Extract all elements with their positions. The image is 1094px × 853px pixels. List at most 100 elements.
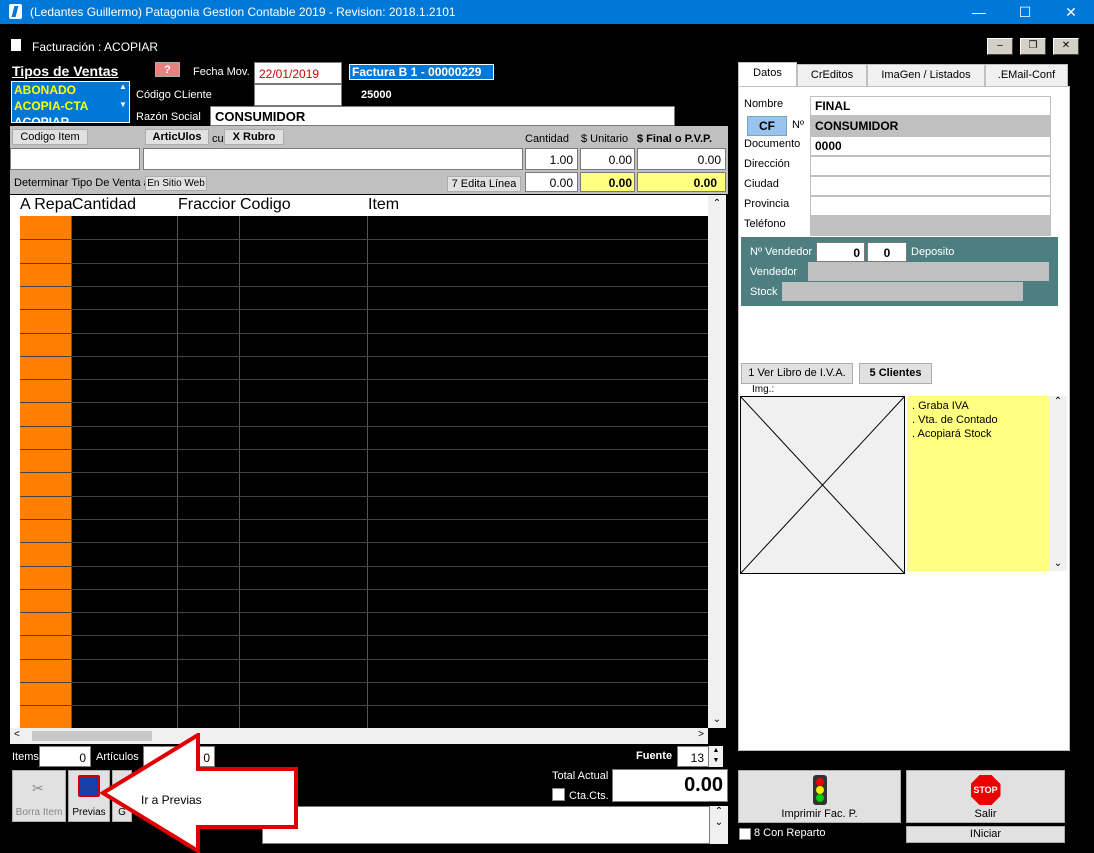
tipo-item[interactable]: ACOPIA-CTA [12, 98, 129, 114]
codigo-cliente-input[interactable] [254, 84, 342, 106]
mdi-restore-button[interactable]: ❐ [1020, 38, 1046, 55]
grid-row-line [20, 239, 708, 241]
telefono-field[interactable] [810, 216, 1051, 236]
scroll-right-icon[interactable]: > [698, 729, 704, 740]
codigo-cliente-label: Código CLiente [136, 89, 212, 101]
cf-button[interactable]: CF [747, 116, 787, 136]
col-a-repa[interactable]: A Repa [20, 196, 72, 214]
con-reparto-label: 8 Con Reparto [754, 827, 826, 839]
tipos-list[interactable]: ABONADO ACOPIA-CTA ACOPIAR ▲ ▼ [11, 81, 130, 123]
codigo-item-input[interactable] [10, 148, 140, 170]
grid-row-line [20, 472, 708, 474]
cta-cte-checkbox[interactable] [552, 788, 565, 801]
tipos-heading: Tipos de Ventas [12, 63, 119, 79]
tipo-item[interactable]: ACOPIAR [12, 114, 129, 122]
cantidad-label: Cantidad [525, 133, 570, 145]
tipo-item[interactable]: ABONADO [12, 82, 129, 98]
mdi-close-button[interactable]: ✕ [1053, 38, 1079, 55]
notes-textarea[interactable] [262, 806, 710, 844]
grid-row-line [20, 588, 708, 590]
stop-icon: STOP [970, 775, 1001, 805]
salir-button[interactable]: STOP Salir [906, 770, 1065, 823]
direccion-field[interactable] [810, 156, 1051, 176]
imprimir-label: Imprimir Fac. P. [781, 808, 858, 820]
items-grid[interactable] [20, 216, 708, 728]
direccion-label: Dirección [744, 158, 790, 170]
razon-social-input[interactable]: CONSUMIDOR [210, 106, 675, 126]
tipos-scrollbar[interactable]: ▲ ▼ [117, 82, 129, 122]
ciudad-label: Ciudad [744, 178, 779, 190]
edita-linea-button[interactable]: 7 Edita Línea [447, 176, 521, 192]
grid-row-line [20, 262, 708, 264]
clientes-button[interactable]: 5 Clientes [859, 363, 932, 384]
en-sitio-web-button[interactable]: En Sitio Web [145, 176, 207, 191]
col-fraccion[interactable]: Fraccior [178, 196, 236, 214]
iniciar-button[interactable]: INiciar [906, 826, 1065, 843]
ver-libro-iva-button[interactable]: 1 Ver Libro de I.V.A. [741, 363, 853, 384]
fuente-input[interactable]: 13 [677, 746, 709, 767]
unitario-input[interactable]: 0.00 [580, 148, 635, 170]
col-cantidad[interactable]: Cantidad [72, 196, 136, 214]
scroll-down-icon[interactable]: ⌄ [708, 714, 726, 725]
fecha-input[interactable]: 22/01/2019 [254, 62, 342, 84]
documento-label: Documento [744, 138, 801, 150]
no-vendedor-label: Nº Vendedor [750, 246, 813, 258]
imprimir-button[interactable]: Imprimir Fac. P. [738, 770, 901, 823]
note-item: . Acopiará Stock [912, 428, 992, 440]
con-reparto-checkbox[interactable] [739, 828, 751, 840]
help-button[interactable]: ? [155, 62, 180, 77]
no-field[interactable]: CONSUMIDOR [810, 116, 1051, 136]
cantidad-input[interactable]: 1.00 [525, 148, 578, 170]
mdi-title: Facturación : ACOPIAR [32, 40, 159, 54]
grid-row-line [20, 705, 708, 707]
documento-field[interactable]: 0000 [810, 136, 1051, 156]
telefono-label: Teléfono [744, 218, 786, 230]
tab-email-conf[interactable]: .EMail-Conf [985, 64, 1068, 87]
tab-imagen-listados[interactable]: ImaGen / Listados [867, 64, 985, 87]
col-codigo[interactable]: Codigo [240, 196, 291, 214]
no-label: Nº [792, 119, 804, 131]
notes-panel-scrollbar[interactable]: ⌃ ⌄ [1049, 396, 1067, 571]
ciudad-field[interactable] [810, 176, 1051, 196]
mdi-titlebar: Facturación : ACOPIAR [0, 33, 1094, 57]
articulos-button[interactable]: ArticUlos [145, 129, 209, 145]
vendedor-field[interactable] [808, 262, 1049, 281]
determinar-label: Determinar Tipo De Venta a [14, 177, 150, 189]
articulo-input[interactable] [143, 148, 523, 170]
mdi-minimize-button[interactable]: – [987, 38, 1013, 55]
grid-vscrollbar[interactable]: ⌃ ⌄ [708, 195, 726, 728]
window-title: (Ledantes Guillermo) Patagonia Gestion C… [30, 5, 456, 19]
nombre-field[interactable]: FINAL [810, 96, 1051, 116]
close-button[interactable]: ✕ [1048, 0, 1094, 24]
provincia-field[interactable] [810, 196, 1051, 216]
grid-row-line [20, 495, 708, 497]
stock-field[interactable] [782, 282, 1023, 301]
final-label: $ Final o P.V.P. [637, 133, 713, 145]
deposito-input[interactable]: 0 [867, 242, 907, 262]
maximize-button[interactable]: ☐ [1002, 0, 1048, 24]
notes-scrollbar[interactable]: ⌃ ⌄ [710, 806, 728, 844]
rubro-button[interactable]: X Rubro [224, 129, 284, 145]
total-label: Total Actual [552, 770, 609, 782]
codigo-cliente-value: 25000 [361, 89, 392, 101]
row-selector-column[interactable] [10, 216, 20, 728]
col-item[interactable]: Item [368, 196, 399, 214]
no-vendedor-input[interactable]: 0 [816, 242, 865, 262]
codigo-item-button[interactable]: Codigo Item [12, 129, 88, 145]
form-icon [11, 39, 21, 51]
fuente-spinner[interactable]: ▲ ▼ [709, 746, 723, 767]
scroll-left-icon[interactable]: < [14, 729, 20, 740]
factura-number: Factura B 1 - 00000229 [349, 64, 494, 80]
grid-row-line [20, 518, 708, 520]
final-input[interactable]: 0.00 [637, 148, 726, 170]
grid-row-line [20, 658, 708, 660]
img-label: Img.: [752, 384, 775, 395]
tab-datos[interactable]: Datos [738, 62, 797, 87]
callout-text: Ir a Previas [141, 793, 202, 807]
grid-row-line [20, 355, 708, 357]
minimize-button[interactable]: — [956, 0, 1002, 24]
total-value: 0.00 [612, 769, 728, 802]
scroll-up-icon[interactable]: ⌃ [708, 198, 726, 209]
tab-creditos[interactable]: CrEditos [797, 64, 867, 87]
salir-label: Salir [974, 808, 997, 820]
